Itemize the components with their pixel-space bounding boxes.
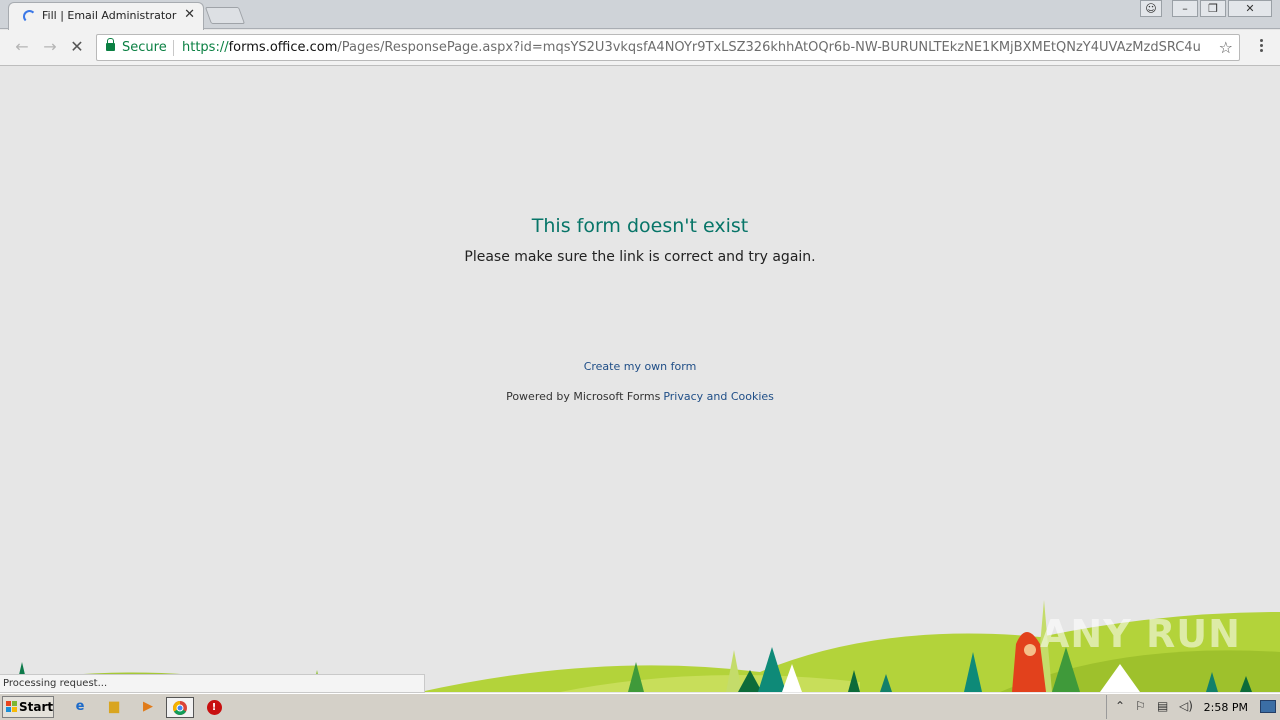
tab-title: Fill | Email Administrator xyxy=(42,9,177,22)
powered-by-text: Powered by Microsoft Forms xyxy=(506,390,661,403)
chrome-taskbar-icon[interactable] xyxy=(166,697,194,718)
error-title: This form doesn't exist xyxy=(531,215,749,237)
restore-button[interactable]: ❐ xyxy=(1200,0,1226,17)
close-window-button[interactable]: ✕ xyxy=(1228,0,1272,17)
footer-powered-by: Powered by Microsoft Forms Privacy and Co… xyxy=(0,390,1280,403)
loading-spinner-icon xyxy=(23,10,36,23)
error-subtitle: Please make sure the link is correct and… xyxy=(464,249,816,265)
tab-close-icon[interactable]: ✕ xyxy=(184,8,195,22)
forward-icon[interactable]: → xyxy=(40,37,60,57)
user-profile-icon[interactable]: ☺ xyxy=(1140,0,1162,17)
network-icon[interactable]: ▤ xyxy=(1157,699,1168,713)
tray-expand-icon[interactable]: ⌃ xyxy=(1115,699,1125,713)
system-tray: ⌃ ⚐ ▤ ◁) 2:58 PM xyxy=(1106,695,1280,719)
file-explorer-icon[interactable]: ▆ xyxy=(100,697,128,718)
browser-titlebar: Fill | Email Administrator ✕ ☺ – ❐ ✕ xyxy=(0,0,1280,30)
stop-sign-icon[interactable]: ! xyxy=(200,697,228,718)
url-scheme: https:// xyxy=(182,40,229,55)
browser-toolbar: ← → ✕ Secure https://forms.office.com/Pa… xyxy=(0,30,1280,66)
stop-loading-icon[interactable]: ✕ xyxy=(67,37,87,57)
secure-label: Secure xyxy=(122,40,167,55)
url-host: forms.office.com xyxy=(228,40,338,55)
show-desktop-icon[interactable] xyxy=(1260,700,1276,713)
volume-icon[interactable]: ◁) xyxy=(1179,699,1193,713)
back-icon[interactable]: ← xyxy=(12,37,32,57)
browser-tab[interactable]: Fill | Email Administrator ✕ xyxy=(8,2,204,30)
action-center-flag-icon[interactable]: ⚐ xyxy=(1135,699,1146,713)
page-content: This form doesn't exist Please make sure… xyxy=(0,67,1280,692)
lock-icon xyxy=(106,38,115,51)
chrome-icon xyxy=(173,701,187,715)
start-button[interactable]: Start xyxy=(2,696,54,718)
window-controls: ☺ – ❐ ✕ xyxy=(1138,0,1272,18)
browser-menu-icon[interactable] xyxy=(1260,39,1264,55)
media-player-icon[interactable]: ▶ xyxy=(134,697,162,718)
url-path: /Pages/ResponsePage.aspx?id=mqsYS2U3vkqs… xyxy=(337,40,1201,55)
address-separator xyxy=(173,40,174,56)
privacy-cookies-link[interactable]: Privacy and Cookies xyxy=(663,390,774,403)
create-form-link[interactable]: Create my own form xyxy=(0,360,1280,373)
taskbar-clock[interactable]: 2:58 PM xyxy=(1204,701,1248,714)
browser-status-bar: Processing request... xyxy=(0,674,425,693)
bookmark-star-icon[interactable]: ☆ xyxy=(1219,38,1233,57)
minimize-button[interactable]: – xyxy=(1172,0,1198,17)
start-label: Start xyxy=(19,700,54,714)
new-tab-button[interactable] xyxy=(204,7,246,24)
windows-logo-icon xyxy=(6,701,17,712)
windows-taskbar: Start e ▆ ▶ ! ⌃ ⚐ ▤ ◁) 2:58 PM xyxy=(0,693,1280,720)
url-text[interactable]: https://forms.office.com/Pages/ResponseP… xyxy=(182,40,1201,55)
anyrun-watermark: ANY RUN xyxy=(1040,612,1241,656)
internet-explorer-icon[interactable]: e xyxy=(66,697,94,718)
address-bar[interactable]: Secure https://forms.office.com/Pages/Re… xyxy=(96,34,1240,61)
